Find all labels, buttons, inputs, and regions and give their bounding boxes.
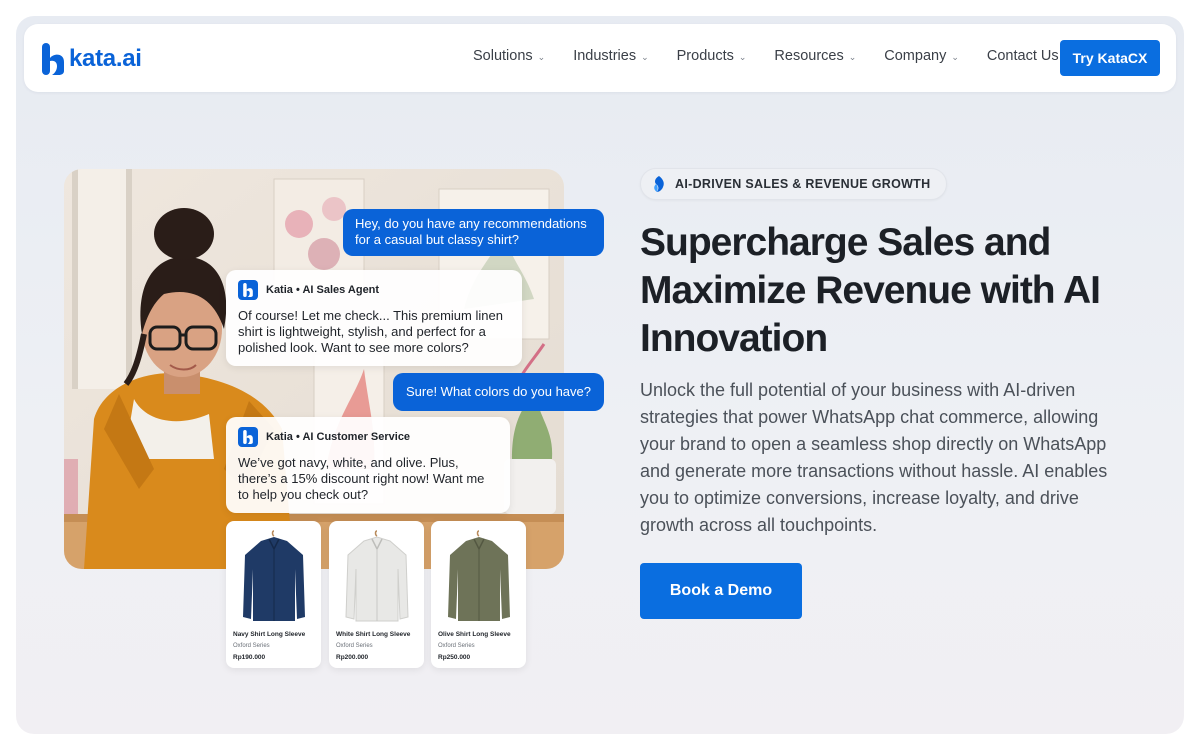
product-price: Rp250.000 (438, 654, 471, 661)
user-message-1: Hey, do you have any recommendations for… (343, 209, 604, 256)
main-menu: Solutions ⌄ Industries ⌄ Products ⌄ Resourc… (473, 48, 1087, 64)
white-shirt-icon (344, 530, 409, 622)
menu-item-industries[interactable]: Industries ⌄ (573, 48, 648, 64)
page-frame: kata.ai Solutions ⌄ Industries ⌄ Products ⌄… (16, 16, 1184, 734)
kata-logo[interactable]: kata.ai (40, 42, 142, 76)
product-card-olive[interactable]: Olive Shirt Long Sleeve Oxford Series Rp… (431, 521, 526, 668)
katia-avatar-icon (238, 280, 258, 300)
kata-logo-mark-icon (42, 43, 64, 75)
navy-shirt-icon (242, 530, 305, 621)
chevron-down-icon: ⌄ (641, 51, 649, 62)
product-price: Rp190.000 (233, 654, 266, 661)
bot-message-2: Katia • AI Customer Service We’ve got na… (226, 417, 510, 513)
hero-description: Unlock the full potential of your busine… (640, 380, 1108, 535)
chevron-down-icon: ⌄ (738, 51, 747, 62)
chevron-down-icon: ⌄ (537, 51, 546, 62)
top-navbar: kata.ai Solutions ⌄ Industries ⌄ Products ⌄… (24, 24, 1176, 92)
bot-name: Katia • AI Sales Agent (266, 284, 380, 296)
sparkle-leaf-icon (654, 176, 664, 192)
user-message-text: Sure! What colors do you have? (406, 384, 591, 399)
olive-shirt-icon (447, 530, 510, 621)
katia-avatar-icon (238, 427, 258, 447)
book-demo-button[interactable]: Book a Demo (640, 563, 802, 619)
bot-message-text: Of course! Let me check... This premium … (238, 308, 503, 355)
product-name: White Shirt Long Sleeve (336, 631, 411, 638)
product-name: Olive Shirt Long Sleeve (438, 631, 511, 638)
product-card-navy[interactable]: Navy Shirt Long Sleeve Oxford Series Rp1… (226, 521, 321, 668)
product-price: Rp200.000 (336, 654, 369, 661)
menu-item-company[interactable]: Company ⌄ (884, 48, 959, 64)
hero-headline: Supercharge Sales and Maximize Revenue w… (640, 221, 1101, 360)
product-card-white[interactable]: White Shirt Long Sleeve Oxford Series Rp… (329, 521, 424, 668)
menu-item-contact-us[interactable]: Contact Us (987, 48, 1059, 64)
try-katacx-button[interactable]: Try KataCX (1060, 40, 1160, 76)
user-message-2: Sure! What colors do you have? (393, 373, 604, 411)
product-name: Navy Shirt Long Sleeve (233, 631, 306, 638)
menu-label: Industries (573, 48, 637, 64)
hero-tag-text: AI-DRIVEN SALES & REVENUE GROWTH (675, 177, 931, 191)
bot-header: Katia • AI Customer Service (238, 427, 498, 447)
bot-name: Katia • AI Customer Service (266, 431, 411, 443)
menu-label: Company (884, 48, 947, 64)
menu-item-solutions[interactable]: Solutions ⌄ (473, 48, 545, 64)
product-series: Oxford Series (233, 643, 270, 649)
menu-label: Products (676, 48, 734, 64)
menu-label: Solutions (473, 48, 533, 64)
logo-text: kata.ai (69, 45, 142, 72)
bot-message-1: Katia • AI Sales Agent Of course! Let me… (226, 270, 522, 366)
menu-label: Contact Us (986, 48, 1059, 64)
hero-tag-badge: AI-DRIVEN SALES & REVENUE GROWTH (640, 168, 948, 200)
chevron-down-icon: ⌄ (848, 51, 857, 62)
menu-item-products[interactable]: Products ⌄ (677, 48, 747, 64)
user-message-text: Hey, do you have any recommendations for… (355, 216, 587, 247)
bot-header: Katia • AI Sales Agent (238, 280, 510, 300)
menu-item-resources[interactable]: Resources ⌄ (774, 48, 856, 64)
product-series: Oxford Series (336, 643, 373, 649)
menu-label: Resources (774, 48, 844, 64)
product-series: Oxford Series (438, 643, 475, 649)
bot-message-text: We’ve got navy, white, and olive. Plus, … (238, 455, 485, 502)
chevron-down-icon: ⌄ (951, 51, 959, 62)
